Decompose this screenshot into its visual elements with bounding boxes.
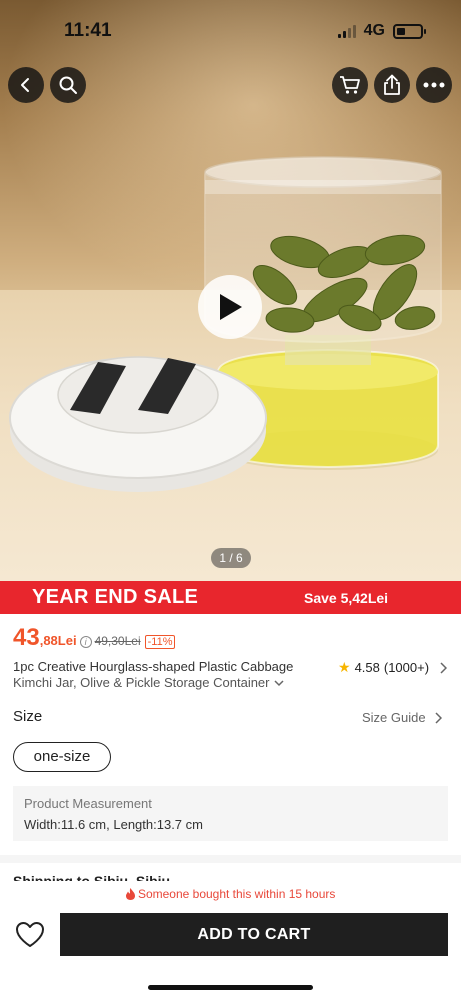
width-label: Width: — [24, 817, 61, 832]
length-label: Length: — [113, 817, 157, 832]
search-button[interactable] — [50, 67, 86, 103]
size-guide-link[interactable]: Size Guide — [362, 710, 442, 725]
network-label: 4G — [363, 22, 385, 39]
chevron-right-icon — [435, 711, 442, 724]
rating-summary[interactable]: ★ 4.58 (1000+) — [338, 659, 448, 676]
product-title[interactable]: 1pc Creative Hourglass-shaped Plastic Ca… — [13, 659, 333, 691]
more-button[interactable] — [416, 67, 452, 103]
price-decimal: ,88Lei — [39, 633, 77, 648]
product-title-line2-row: Kimchi Jar, Olive & Pickle Storage Conta… — [13, 675, 333, 691]
sale-banner[interactable]: YEAR END SALE Save 5,42Lei — [0, 581, 461, 614]
purchase-notice-text: Someone bought this within 15 hours — [137, 887, 336, 901]
sale-save-text: Save 5,42Lei — [304, 590, 389, 606]
bottom-action-bar: Someone bought this within 15 hours ADD … — [0, 881, 461, 999]
share-icon — [384, 74, 400, 95]
add-to-cart-button[interactable]: ADD TO CART — [60, 913, 448, 956]
cart-icon — [340, 76, 360, 94]
size-guide-label: Size Guide — [362, 710, 426, 725]
shipping-title[interactable]: Shipping to Sibiu, Sibiu — [13, 873, 170, 881]
price-integer: 43 — [13, 624, 40, 651]
chevron-right-icon — [440, 661, 448, 674]
heart-icon — [16, 921, 44, 947]
size-option-one-size[interactable]: one-size — [13, 742, 111, 772]
signal-icon — [337, 24, 356, 38]
battery-icon — [393, 23, 426, 39]
section-divider — [0, 855, 461, 863]
sale-title: YEAR END SALE — [32, 586, 199, 608]
status-time: 11:41 — [64, 20, 112, 41]
discount-badge: -11% — [144, 635, 176, 649]
price-row: 43 ,88Lei i 49,30Lei -11% — [13, 624, 176, 652]
chevron-left-icon — [21, 78, 29, 92]
cart-button[interactable] — [332, 67, 368, 103]
status-indicators: 4G — [337, 22, 426, 40]
original-price: 49,30Lei — [94, 634, 141, 648]
fire-icon — [125, 888, 135, 903]
size-label: Size — [13, 708, 43, 725]
measurement-title: Product Measurement — [24, 796, 152, 811]
search-icon — [59, 76, 77, 94]
star-icon: ★ — [338, 659, 351, 675]
play-icon — [220, 294, 242, 320]
status-bar: 11:41 4G — [0, 0, 461, 60]
rating-value: 4.58 — [354, 660, 380, 675]
product-title-line1: 1pc Creative Hourglass-shaped Plastic Ca… — [13, 659, 294, 674]
product-measurement: Product Measurement Width:11.6 cm, Lengt… — [13, 786, 448, 841]
measurement-values: Width:11.6 cm, Length:13.7 cm — [24, 817, 203, 832]
width-value: 11.6 cm, — [60, 817, 114, 832]
purchase-notice: Someone bought this within 15 hours — [0, 887, 461, 903]
info-icon[interactable]: i — [79, 636, 92, 648]
chevron-down-icon[interactable] — [273, 679, 284, 687]
home-indicator[interactable] — [148, 985, 313, 990]
gallery-page-indicator: 1 / 6 — [211, 548, 251, 568]
length-value: 13.7 cm — [156, 817, 203, 832]
wishlist-button[interactable] — [14, 918, 46, 950]
more-icon — [423, 82, 445, 88]
product-title-line2: Kimchi Jar, Olive & Pickle Storage Conta… — [13, 675, 270, 690]
play-video-button[interactable] — [198, 275, 262, 339]
review-count: (1000+) — [383, 660, 430, 675]
share-button[interactable] — [374, 67, 410, 103]
back-button[interactable] — [8, 67, 44, 103]
